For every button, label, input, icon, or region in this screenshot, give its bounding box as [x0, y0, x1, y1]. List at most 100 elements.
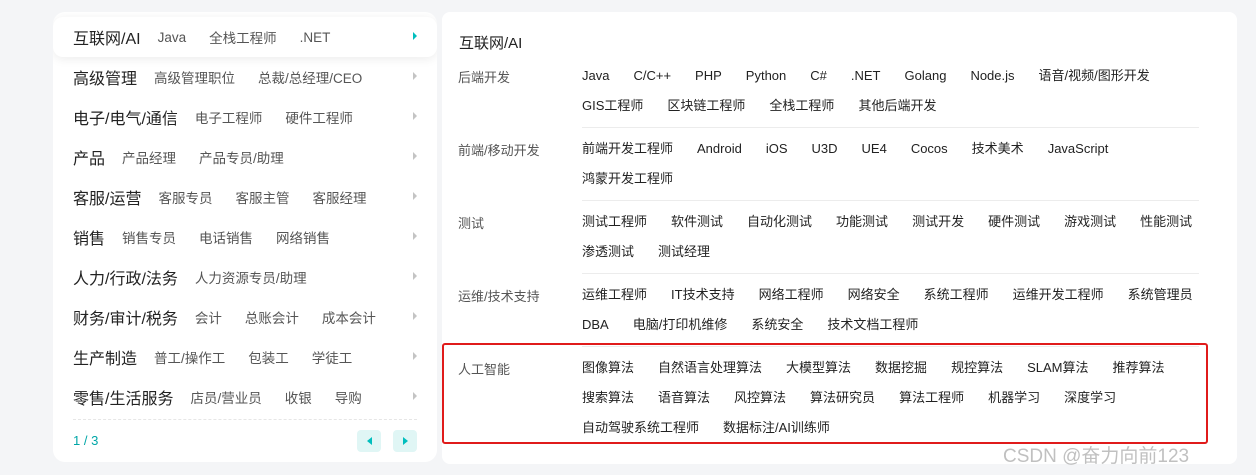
category-row[interactable]: 生产制造 普工/操作工 包装工 学徒工	[53, 337, 437, 377]
job-link[interactable]: 数据标注/AI训练师	[723, 420, 830, 435]
subcategory-link[interactable]: 总账会计	[245, 307, 299, 327]
subcategory-link[interactable]: 客服主管	[235, 187, 289, 207]
job-link[interactable]: U3D	[812, 141, 838, 156]
job-link[interactable]: 大模型算法	[786, 360, 851, 375]
category-row[interactable]: 产品 产品经理 产品专员/助理	[53, 137, 437, 177]
job-link[interactable]: JavaScript	[1048, 141, 1109, 156]
subcategory-link[interactable]: 电话销售	[199, 227, 253, 247]
job-link[interactable]: 自然语言处理算法	[658, 360, 762, 375]
category-row[interactable]: 零售/生活服务 店员/营业员 收银 导购	[53, 377, 437, 417]
category-row[interactable]: 客服/运营 客服专员 客服主管 客服经理	[53, 177, 437, 217]
job-link[interactable]: 系统工程师	[924, 287, 989, 302]
job-link[interactable]: 机器学习	[988, 390, 1040, 405]
item-line: 鸿蒙开发工程师	[582, 168, 697, 188]
job-link[interactable]: Golang	[905, 68, 947, 83]
job-link[interactable]: 测试工程师	[582, 214, 647, 229]
job-link[interactable]: 系统管理员	[1128, 287, 1193, 302]
job-link[interactable]: GIS工程师	[582, 98, 643, 113]
job-link[interactable]: UE4	[862, 141, 887, 156]
job-link[interactable]: 全栈工程师	[769, 98, 834, 113]
category-row[interactable]: 财务/审计/税务 会计 总账会计 成本会计	[53, 297, 437, 337]
job-link[interactable]: 自动化测试	[747, 214, 812, 229]
job-link[interactable]: 风控算法	[734, 390, 786, 405]
job-link[interactable]: 系统安全	[751, 317, 803, 332]
job-link[interactable]: DBA	[582, 317, 609, 332]
watermark: CSDN @奋力向前123	[1003, 446, 1190, 467]
subcategory-link[interactable]: 学徒工	[312, 347, 353, 367]
job-link[interactable]: 渗透测试	[582, 244, 634, 259]
category-row[interactable]: 销售 销售专员 电话销售 网络销售	[53, 217, 437, 257]
subcategory-link[interactable]: 店员/营业员	[190, 387, 261, 407]
job-link[interactable]: 语音算法	[658, 390, 710, 405]
job-link[interactable]: 测试经理	[658, 244, 710, 259]
job-link[interactable]: Cocos	[911, 141, 948, 156]
subcategory-link[interactable]: 总裁/总经理/CEO	[258, 67, 362, 87]
category-row[interactable]: 人力/行政/法务 人力资源专员/助理	[53, 257, 437, 297]
job-link[interactable]: SLAM算法	[1027, 360, 1088, 375]
job-link[interactable]: Android	[697, 141, 742, 156]
subcategory-link[interactable]: 人力资源专员/助理	[195, 267, 307, 287]
job-link[interactable]: 区块链工程师	[667, 98, 745, 113]
job-link[interactable]: IT技术支持	[671, 287, 735, 302]
job-link[interactable]: 性能测试	[1140, 214, 1192, 229]
job-link[interactable]: Java	[582, 68, 609, 83]
subcategory-link[interactable]: 销售专员	[122, 227, 176, 247]
job-link[interactable]: 图像算法	[582, 360, 634, 375]
job-link[interactable]: 测试开发	[912, 214, 964, 229]
page-indicator: 1 / 3	[73, 433, 99, 448]
job-link[interactable]: 电脑/打印机维修	[633, 317, 728, 332]
job-link[interactable]: PHP	[695, 68, 722, 83]
subcategory-link[interactable]: 成本会计	[322, 307, 376, 327]
job-link[interactable]: 搜索算法	[582, 390, 634, 405]
job-link[interactable]: 其他后端开发	[858, 98, 936, 113]
subcategory-link[interactable]: 导购	[335, 387, 362, 407]
job-link[interactable]: 规控算法	[951, 360, 1003, 375]
job-link[interactable]: 算法研究员	[810, 390, 875, 405]
subcategory-link[interactable]: 收银	[285, 387, 312, 407]
job-link[interactable]: 运维开发工程师	[1013, 287, 1104, 302]
job-link[interactable]: 前端开发工程师	[582, 141, 673, 156]
next-page-button[interactable]	[393, 430, 417, 452]
prev-page-button[interactable]	[357, 430, 381, 452]
subcategory-link[interactable]: 全栈工程师	[209, 27, 277, 47]
subcategory-link[interactable]: 电子工程师	[195, 107, 263, 127]
subcategory-link[interactable]: 包装工	[248, 347, 289, 367]
job-link[interactable]: Node.js	[970, 68, 1014, 83]
job-link[interactable]: 自动驾驶系统工程师	[582, 420, 699, 435]
category-row[interactable]: 互联网/AI Java 全栈工程师 .NET	[53, 17, 437, 57]
job-link[interactable]: .NET	[851, 68, 881, 83]
chevron-right-icon	[413, 392, 417, 400]
job-link[interactable]: 游戏测试	[1064, 214, 1116, 229]
subcategory-link[interactable]: 客服经理	[312, 187, 366, 207]
subcategory-link[interactable]: 网络销售	[276, 227, 330, 247]
job-link[interactable]: 功能测试	[836, 214, 888, 229]
category-row[interactable]: 高级管理 高级管理职位 总裁/总经理/CEO	[53, 57, 437, 97]
job-link[interactable]: iOS	[766, 141, 788, 156]
job-link[interactable]: 推荐算法	[1112, 360, 1164, 375]
job-link[interactable]: 网络安全	[848, 287, 900, 302]
subcategory-link[interactable]: Java	[158, 30, 187, 45]
job-link[interactable]: 硬件测试	[988, 214, 1040, 229]
job-link[interactable]: 鸿蒙开发工程师	[582, 171, 673, 186]
category-row[interactable]: 电子/电气/通信 电子工程师 硬件工程师	[53, 97, 437, 137]
subcategory-link[interactable]: 会计	[195, 307, 222, 327]
job-link[interactable]: 数据挖掘	[875, 360, 927, 375]
job-link[interactable]: 深度学习	[1064, 390, 1116, 405]
job-link[interactable]: 语音/视频/图形开发	[1039, 68, 1150, 83]
subcategory-link[interactable]: 普工/操作工	[154, 347, 225, 367]
subcategory-link[interactable]: .NET	[300, 30, 331, 45]
job-link[interactable]: 算法工程师	[899, 390, 964, 405]
subcategory-link[interactable]: 产品经理	[122, 147, 176, 167]
job-link[interactable]: 网络工程师	[759, 287, 824, 302]
job-link[interactable]: C/C++	[633, 68, 671, 83]
job-link[interactable]: C#	[810, 68, 827, 83]
job-link[interactable]: Python	[746, 68, 786, 83]
subcategory-link[interactable]: 客服专员	[158, 187, 212, 207]
job-link[interactable]: 技术美术	[972, 141, 1024, 156]
job-link[interactable]: 运维工程师	[582, 287, 647, 302]
job-link[interactable]: 技术文档工程师	[827, 317, 918, 332]
subcategory-link[interactable]: 硬件工程师	[285, 107, 353, 127]
subcategory-link[interactable]: 高级管理职位	[154, 67, 235, 87]
job-link[interactable]: 软件测试	[671, 214, 723, 229]
subcategory-link[interactable]: 产品专员/助理	[199, 147, 284, 167]
